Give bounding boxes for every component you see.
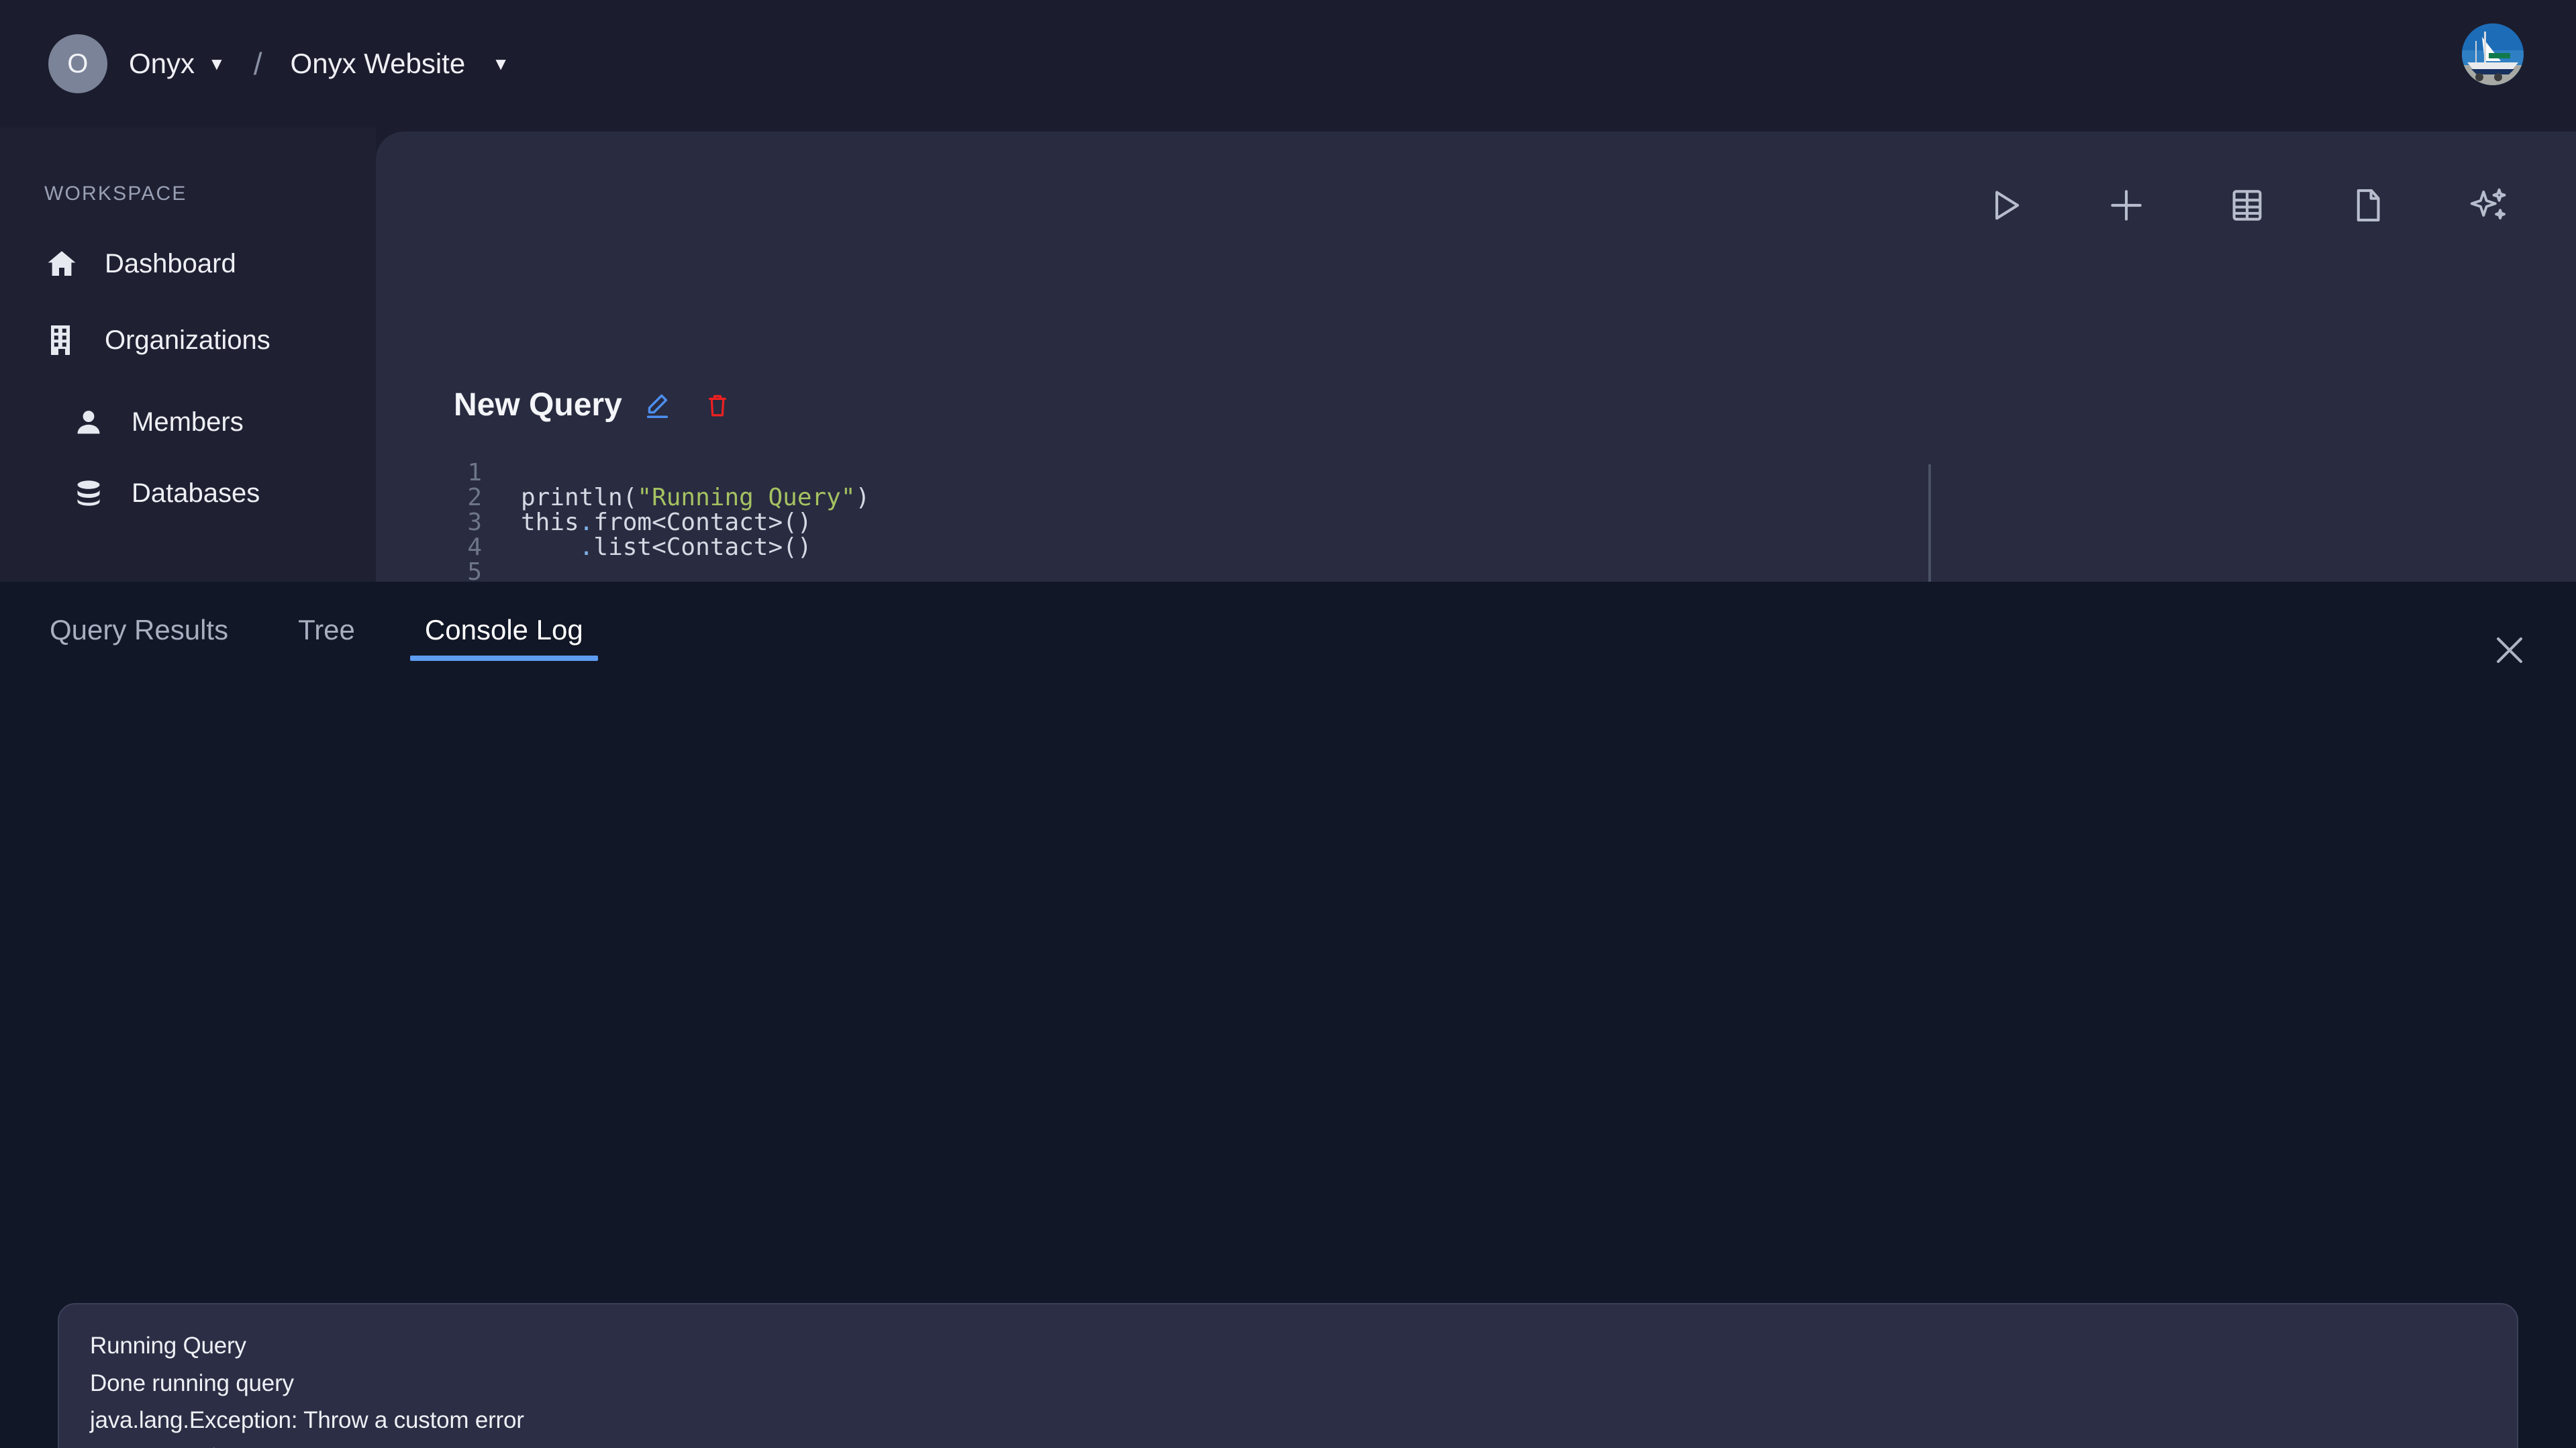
sidebar-item-databases[interactable]: Databases	[0, 458, 376, 529]
console-panel: Query Results Tree Console Log Running Que…	[0, 582, 2576, 1448]
console-log-line: java.lang.Exception: Throw a custom erro…	[90, 1407, 524, 1433]
breadcrumb-separator: /	[253, 46, 262, 81]
org-avatar[interactable]: O	[48, 34, 107, 93]
editor-toolbar	[1980, 180, 2514, 231]
console-log-line: Running Query	[90, 1333, 246, 1359]
sidebar-section-workspace: WORKSPACE	[44, 183, 187, 205]
console-tabs: Query Results Tree Console Log	[50, 614, 653, 661]
line-number: 5	[467, 558, 482, 586]
run-query-button[interactable]	[1980, 180, 2031, 231]
code-token: )	[855, 484, 871, 511]
code-token: .	[579, 533, 594, 561]
code-token: from<Contact>()	[593, 509, 812, 536]
line-number: 1	[467, 459, 482, 486]
close-icon[interactable]	[2483, 624, 2536, 676]
code-text: println("Running Query")	[521, 485, 870, 510]
sidebar-item-label: Members	[132, 407, 244, 437]
code-line: 2 println("Running Query")	[454, 485, 1930, 510]
line-number: 2	[467, 484, 482, 511]
ai-assist-button[interactable]	[2463, 180, 2514, 231]
code-token: list<Contact>()	[593, 533, 812, 561]
code-token: "Running Query"	[637, 484, 856, 511]
code-token: (	[622, 484, 638, 511]
breadcrumb-org-name[interactable]: Onyx	[129, 48, 195, 80]
sidebar-item-label: Organizations	[105, 325, 270, 355]
line-number: 4	[467, 533, 482, 561]
top-bar: O Onyx ▼ / Onyx Website ▼	[0, 0, 2576, 127]
console-log-line: at db.Script$Query26.execute(script.kts:…	[90, 1439, 2486, 1448]
avatar[interactable]	[2462, 23, 2524, 85]
code-line: 5	[454, 560, 1930, 584]
console-log-line: Done running query	[90, 1369, 294, 1396]
user-icon	[71, 405, 106, 439]
chevron-down-icon[interactable]: ▼	[208, 55, 226, 72]
tab-query-results[interactable]: Query Results	[50, 614, 228, 661]
add-query-button[interactable]	[2101, 180, 2152, 231]
page-title: New Query	[454, 387, 622, 423]
edit-pencil-icon[interactable]	[640, 388, 675, 423]
sidebar-item-members[interactable]: Members	[0, 386, 376, 458]
breadcrumb: O Onyx ▼ / Onyx Website ▼	[48, 34, 509, 93]
code-line: 4 .list<Contact>()	[454, 535, 1930, 560]
home-icon	[44, 246, 79, 281]
code-text: .list<Contact>()	[521, 535, 812, 560]
line-number: 3	[467, 509, 482, 536]
delete-trash-icon[interactable]	[700, 388, 735, 423]
database-icon	[71, 476, 106, 511]
code-line: 3 this.from<Contact>()	[454, 510, 1930, 535]
code-token: .	[579, 509, 594, 536]
document-view-button[interactable]	[2342, 180, 2393, 231]
console-log-output[interactable]: Running Query Done running query java.lang…	[58, 1303, 2518, 1448]
chevron-down-icon-2[interactable]: ▼	[492, 55, 509, 72]
code-token: this	[521, 509, 579, 536]
tab-tree[interactable]: Tree	[298, 614, 355, 661]
query-title-row: New Query	[454, 386, 735, 423]
sidebar-item-organizations[interactable]: Organizations	[0, 305, 376, 376]
code-token: println	[521, 484, 623, 511]
tab-console-log[interactable]: Console Log	[409, 614, 598, 661]
code-text: this.from<Contact>()	[521, 510, 812, 535]
sidebar-item-label: Dashboard	[105, 248, 236, 278]
building-icon	[44, 323, 79, 358]
code-line: 1	[454, 460, 1930, 485]
app-root: O Onyx ▼ / Onyx Website ▼ WORKSPACE Dash…	[0, 0, 2576, 1448]
breadcrumb-project-name[interactable]: Onyx Website	[291, 48, 466, 80]
table-view-button[interactable]	[2222, 180, 2273, 231]
sidebar-item-dashboard[interactable]: Dashboard	[0, 228, 376, 299]
sidebar-item-label: Databases	[132, 478, 260, 508]
